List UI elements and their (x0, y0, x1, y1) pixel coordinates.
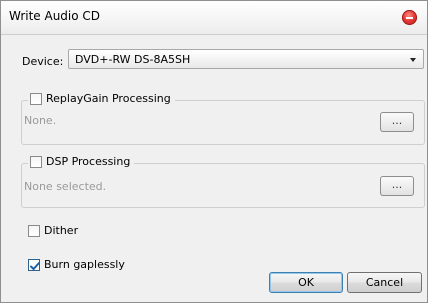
device-dropdown[interactable]: DVD+-RW DS-8A5SH (68, 49, 424, 69)
burn-gaplessly-label: Burn gaplessly (44, 258, 125, 271)
dither-checkbox[interactable] (28, 224, 40, 237)
ok-button-label: OK (298, 276, 314, 289)
dither-label: Dither (44, 224, 79, 237)
burn-gaplessly-checkbox[interactable] (28, 258, 40, 271)
checkmark-icon (30, 261, 40, 270)
write-audio-cd-dialog: Write Audio CD Device: DVD+-RW DS-8A5SH … (0, 0, 428, 303)
dsp-legend: DSP Processing (28, 155, 135, 168)
ok-button[interactable]: OK (269, 272, 343, 293)
dither-option[interactable]: Dither (28, 224, 78, 237)
replaygain-status: None. (24, 114, 57, 127)
device-label: Device: (22, 55, 64, 68)
dsp-settings-button[interactable]: ... (380, 176, 414, 196)
replaygain-settings-button-label: ... (391, 114, 403, 127)
replaygain-legend: ReplayGain Processing (28, 92, 175, 105)
replaygain-settings-button[interactable]: ... (380, 112, 414, 132)
device-selected-value: DVD+-RW DS-8A5SH (75, 53, 191, 66)
replaygain-label: ReplayGain Processing (46, 92, 171, 105)
replaygain-group: ReplayGain Processing None. ... (21, 92, 425, 145)
chevron-down-icon (410, 58, 416, 62)
cancel-button[interactable]: Cancel (347, 272, 422, 293)
window-title: Write Audio CD (9, 9, 101, 23)
replaygain-checkbox[interactable] (30, 92, 42, 105)
burn-gaplessly-option[interactable]: Burn gaplessly (28, 258, 125, 271)
dsp-label: DSP Processing (46, 155, 131, 168)
dsp-settings-button-label: ... (391, 178, 403, 191)
cancel-button-label: Cancel (365, 276, 404, 289)
dsp-status: None selected. (24, 180, 107, 193)
dsp-checkbox[interactable] (30, 155, 42, 168)
title-bar[interactable]: Write Audio CD (1, 1, 427, 35)
dsp-group: DSP Processing None selected. ... (21, 155, 425, 208)
close-icon[interactable] (402, 10, 417, 25)
